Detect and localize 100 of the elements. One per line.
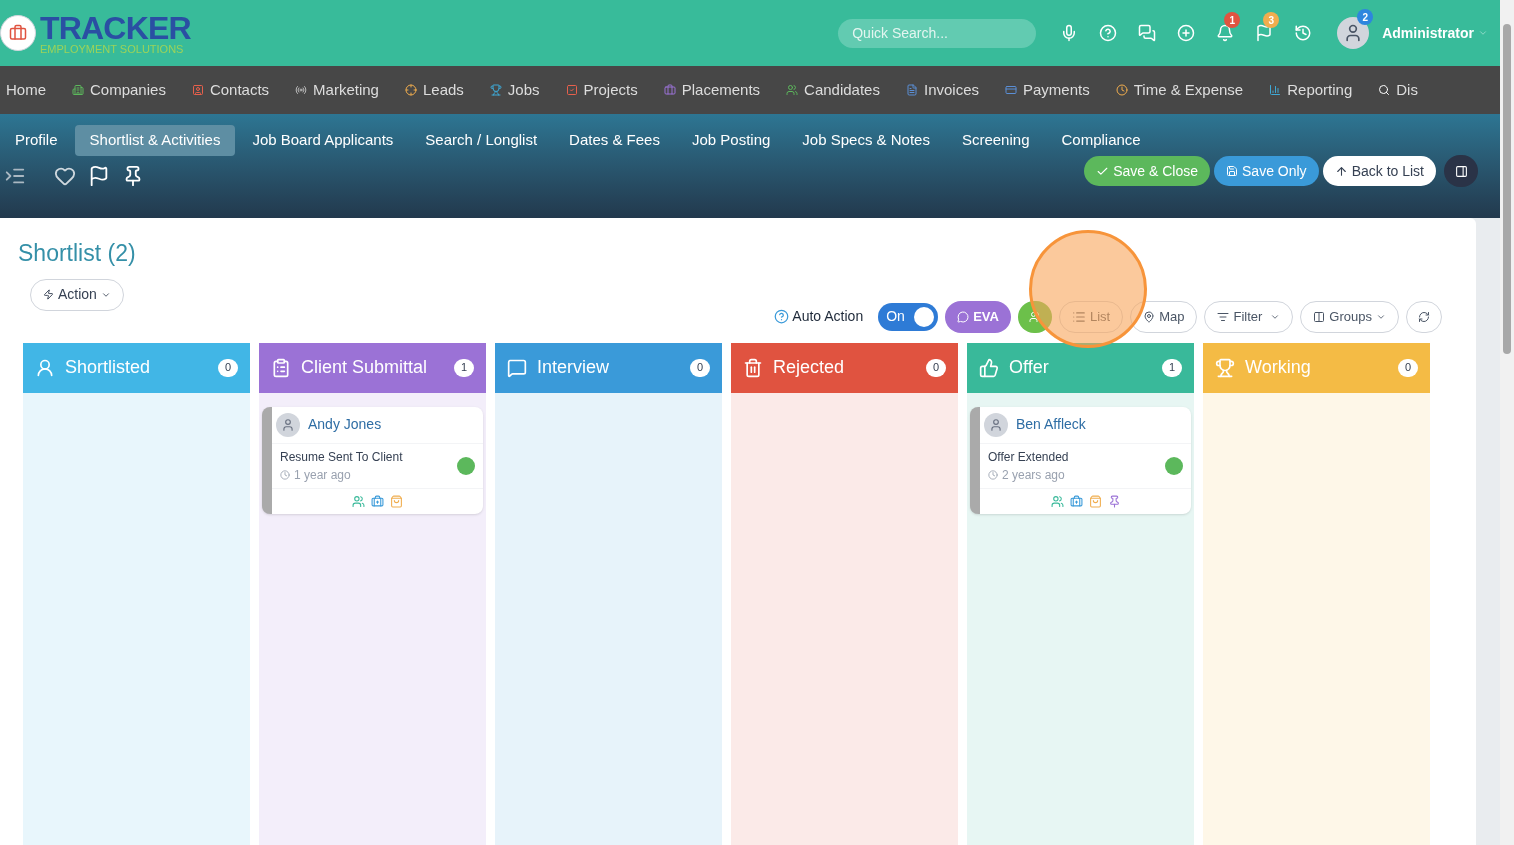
column-icon [979, 357, 999, 378]
save-icon [1226, 165, 1239, 177]
count-badge: 0 [690, 358, 710, 377]
caret-icon [1478, 28, 1488, 38]
nav-link[interactable]: Contacts [191, 78, 270, 102]
nav-icon [1115, 84, 1128, 96]
tab[interactable]: Shortlist & Activities [74, 125, 236, 156]
status-text: Resume Sent To Client [280, 448, 403, 466]
nav-link[interactable]: Time & Expense [1115, 78, 1244, 102]
nav-link[interactable]: Projects [565, 78, 638, 102]
avatar-badge: 2 [1357, 9, 1374, 25]
nav-link[interactable]: Leads [404, 78, 464, 102]
clock-icon [280, 469, 290, 480]
column-icon [743, 357, 763, 378]
nav-icon [905, 84, 918, 96]
nav-link[interactable]: Marketing [295, 78, 379, 102]
heart-icon[interactable] [54, 165, 76, 187]
clock-icon [988, 469, 998, 480]
back-to-list-button[interactable]: Back to List [1322, 156, 1436, 186]
nav-link[interactable]: Reporting [1269, 78, 1353, 102]
page-title: Shortlist (2) [18, 239, 137, 268]
chat-icon [957, 310, 970, 323]
nav-icon [1269, 84, 1282, 96]
candidate-name[interactable]: Andy Jones [308, 414, 382, 435]
time-text: 2 years ago [1002, 466, 1065, 484]
add-icon[interactable] [1177, 24, 1196, 42]
column-title: Shortlisted [65, 356, 152, 379]
column-title: Working [1245, 356, 1312, 379]
count-badge: 1 [454, 358, 474, 377]
scrollbar[interactable] [1500, 0, 1514, 845]
people-icon[interactable] [352, 494, 365, 508]
people-icon [1028, 310, 1041, 323]
candidate-card[interactable]: Andy Jones Resume Sent To Client 1 year ago [262, 406, 483, 514]
nav-link[interactable]: Companies [72, 78, 166, 102]
help-icon[interactable] [774, 309, 790, 324]
list-icon [1071, 309, 1086, 324]
briefcase-icon[interactable] [1069, 494, 1083, 508]
nav-link[interactable]: Dis [1378, 78, 1418, 102]
bell-icon[interactable] [1216, 24, 1235, 42]
status-text: Offer Extended [988, 448, 1069, 466]
nav-icon [1378, 84, 1391, 96]
panel-icon [1454, 164, 1468, 178]
tab[interactable]: Dates & Fees [554, 125, 675, 156]
columns-icon [1313, 310, 1326, 323]
column-icon [35, 357, 55, 378]
notification-badge: 1 [1224, 12, 1241, 28]
bag-icon[interactable] [1088, 494, 1102, 508]
nav-icon [72, 84, 84, 96]
bag-icon[interactable] [390, 494, 403, 508]
flag-icon[interactable] [88, 165, 110, 187]
nav-link[interactable]: Home [6, 78, 46, 102]
people-button[interactable] [1017, 300, 1052, 333]
candidate-name[interactable]: Ben Affleck [1016, 414, 1086, 435]
chat-icon[interactable] [1138, 24, 1157, 42]
nav-icon [663, 84, 676, 96]
column-title: Offer [1009, 356, 1050, 379]
logo-icon [0, 15, 36, 51]
filter-icon [1217, 310, 1230, 323]
column-title: Rejected [773, 356, 846, 379]
count-badge: 0 [1398, 358, 1418, 377]
time-text: 1 year ago [294, 466, 351, 484]
tab[interactable]: Search / Longlist [410, 125, 553, 156]
flag-badge: 3 [1263, 12, 1280, 28]
arrow-up-icon [1334, 164, 1348, 178]
nav-icon [565, 84, 578, 96]
column-icon [507, 357, 527, 378]
column-icon [1215, 357, 1235, 378]
nav-link[interactable]: Payments [1005, 78, 1090, 102]
briefcase-icon[interactable] [371, 494, 384, 508]
tab[interactable]: Compliance [1046, 125, 1156, 156]
panel-toggle-button[interactable] [1444, 155, 1478, 187]
tab[interactable]: Screening [946, 125, 1045, 156]
column-title: Client Submittal [301, 356, 429, 379]
nav-icon [1005, 84, 1017, 96]
column-title: Interview [537, 356, 611, 379]
auto-action-label: Auto Action [792, 307, 864, 326]
search-field[interactable]: Quick Search... [838, 18, 1037, 48]
nav-link[interactable]: Invoices [905, 78, 979, 102]
nav-icon [404, 84, 417, 96]
tab[interactable]: Job Specs & Notes [787, 125, 945, 156]
history-icon[interactable] [1294, 24, 1313, 42]
column-icon [271, 357, 291, 378]
nav-icon [489, 84, 502, 96]
count-badge: 0 [218, 358, 238, 377]
tab[interactable]: Job Board Applicants [237, 125, 409, 156]
people-icon[interactable] [1050, 494, 1064, 508]
map-pin-icon [1143, 310, 1156, 323]
nav-link[interactable]: Placements [663, 78, 761, 102]
auto-action-toggle[interactable]: On [878, 302, 939, 331]
tab[interactable]: Profile [0, 125, 73, 156]
tab[interactable]: Job Posting [676, 125, 786, 156]
candidate-card[interactable]: Ben Affleck Offer Extended 2 years ago [970, 406, 1191, 514]
nav-link[interactable]: Candidates [786, 78, 880, 102]
refresh-icon [1418, 310, 1430, 323]
logo-title: TRACKER [40, 11, 191, 44]
count-badge: 0 [926, 358, 946, 377]
nav-link[interactable]: Jobs [489, 78, 540, 102]
count-badge: 1 [1162, 358, 1182, 377]
eva-button[interactable]: EVA [945, 300, 1011, 333]
nav-icon [786, 84, 799, 96]
